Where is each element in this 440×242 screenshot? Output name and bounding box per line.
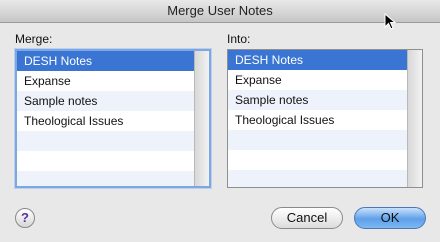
into-list-empty-row [228,170,408,187]
merge-list-empty-row [17,151,195,171]
help-icon: ? [21,210,29,225]
into-list-scrollbar[interactable] [407,50,422,187]
cancel-button[interactable]: Cancel [271,207,343,229]
title-bar[interactable]: Merge User Notes [0,0,440,23]
merge-label: Merge: [15,32,53,46]
mouse-pointer-icon [384,13,397,30]
help-button[interactable]: ? [15,208,35,228]
ok-button[interactable]: OK [354,207,426,229]
into-list-empty-row [228,130,408,150]
merge-list-item-theological-issues[interactable]: Theological Issues [17,111,195,131]
into-list-item-desh-notes[interactable]: DESH Notes [228,50,408,70]
into-list-item-theological-issues[interactable]: Theological Issues [228,110,408,130]
into-list-empty-row [228,150,408,170]
merge-list-rows: DESH Notes Expanse Sample notes Theologi… [17,51,195,186]
merge-list-scrollbar[interactable] [194,51,209,186]
merge-list-empty-row [17,171,195,186]
merge-list-item-desh-notes[interactable]: DESH Notes [17,51,195,71]
merge-list-empty-row [17,131,195,151]
into-list-item-sample-notes[interactable]: Sample notes [228,90,408,110]
into-list-rows: DESH Notes Expanse Sample notes Theologi… [228,50,408,187]
merge-list[interactable]: DESH Notes Expanse Sample notes Theologi… [15,49,211,188]
window-title: Merge User Notes [167,3,273,18]
merge-list-item-expanse[interactable]: Expanse [17,71,195,91]
into-list-item-expanse[interactable]: Expanse [228,70,408,90]
merge-user-notes-dialog: Merge User Notes Merge: Into: DESH Notes… [0,0,440,242]
into-label: Into: [227,32,251,46]
merge-list-item-sample-notes[interactable]: Sample notes [17,91,195,111]
into-list[interactable]: DESH Notes Expanse Sample notes Theologi… [227,49,423,188]
